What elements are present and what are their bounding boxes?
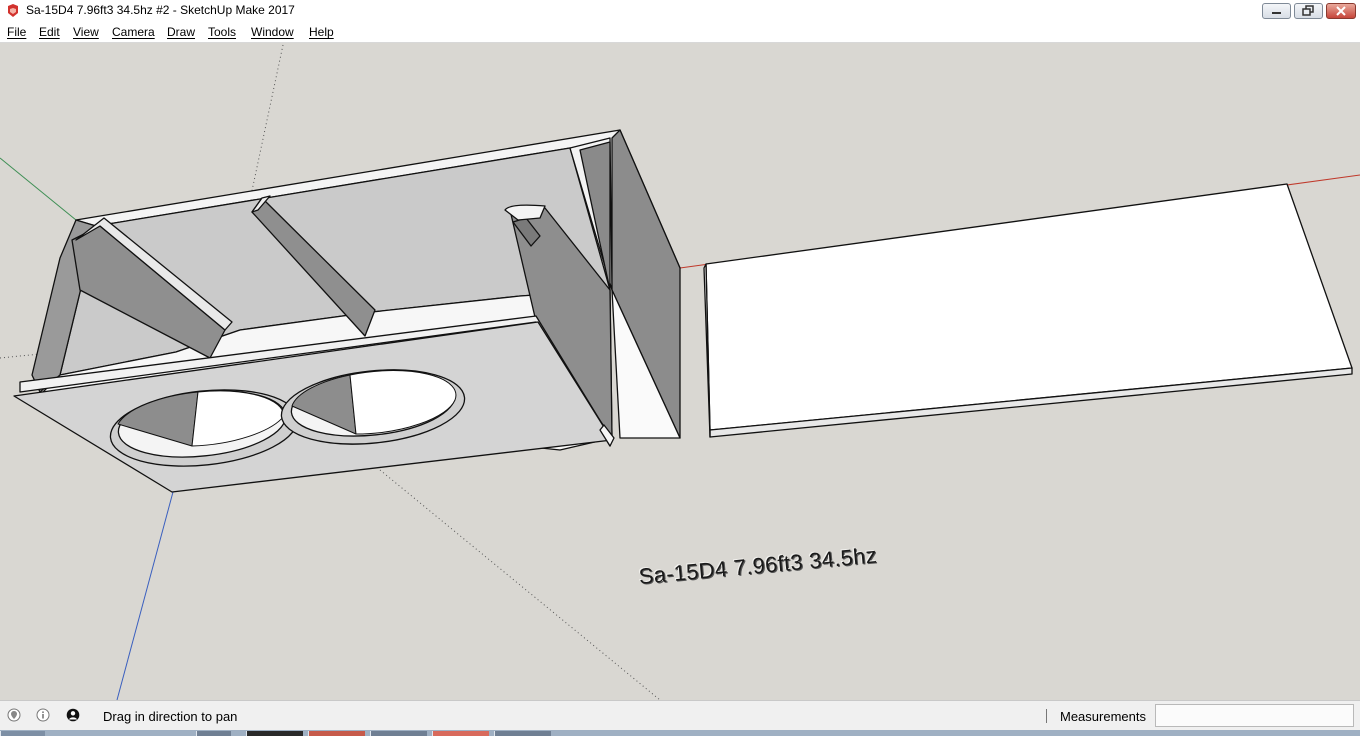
- taskbar-item[interactable]: [308, 731, 365, 736]
- status-message: Drag in direction to pan: [103, 709, 238, 724]
- measurements-input[interactable]: [1155, 704, 1354, 727]
- blue-axis: [116, 491, 174, 700]
- dotted-guide-2: [379, 469, 661, 700]
- taskbar-item[interactable]: [494, 731, 551, 736]
- info-icon[interactable]: [36, 708, 50, 722]
- minimize-icon: [1272, 12, 1281, 14]
- green-axis: [0, 157, 77, 221]
- restore-icon: [1302, 5, 1314, 16]
- menu-tools[interactable]: Tools: [208, 25, 236, 39]
- menu-camera[interactable]: Camera: [112, 25, 155, 39]
- measurements-label: Measurements: [1060, 709, 1146, 724]
- lid-panel-model: [703, 183, 1353, 438]
- model-scene: [0, 44, 1360, 700]
- taskbar-item[interactable]: [246, 731, 303, 736]
- modeling-viewport[interactable]: Sa-15D4 7.96ft3 34.5hz: [0, 43, 1360, 700]
- taskbar-item[interactable]: [196, 731, 231, 736]
- menu-view[interactable]: View: [73, 25, 99, 39]
- dotted-guide-3: [0, 353, 41, 359]
- minimize-button[interactable]: [1262, 3, 1291, 19]
- start-button[interactable]: [0, 731, 45, 736]
- close-button[interactable]: [1326, 3, 1356, 19]
- title-bar: Sa-15D4 7.96ft3 34.5hz #2 - SketchUp Mak…: [0, 0, 1360, 22]
- dotted-guide-1: [249, 44, 284, 201]
- user-icon[interactable]: [66, 708, 80, 722]
- menu-window[interactable]: Window: [251, 25, 294, 39]
- status-divider: [1046, 709, 1047, 723]
- status-bar: Drag in direction to pan Measurements: [0, 700, 1360, 731]
- sketchup-icon: [8, 4, 18, 17]
- subwoofer-box-model: [13, 129, 681, 493]
- menu-edit[interactable]: Edit: [39, 25, 60, 39]
- menu-draw[interactable]: Draw: [167, 25, 195, 39]
- geolocation-icon[interactable]: [7, 708, 21, 722]
- close-icon: [1336, 6, 1346, 16]
- restore-button[interactable]: [1294, 3, 1323, 19]
- taskbar-item[interactable]: [432, 731, 489, 736]
- menu-help[interactable]: Help: [309, 25, 334, 39]
- menu-file[interactable]: File: [7, 25, 26, 39]
- taskbar-item[interactable]: [370, 731, 427, 736]
- window-title: Sa-15D4 7.96ft3 34.5hz #2 - SketchUp Mak…: [26, 3, 295, 17]
- menu-bar: File Edit View Camera Draw Tools Window …: [0, 22, 1360, 43]
